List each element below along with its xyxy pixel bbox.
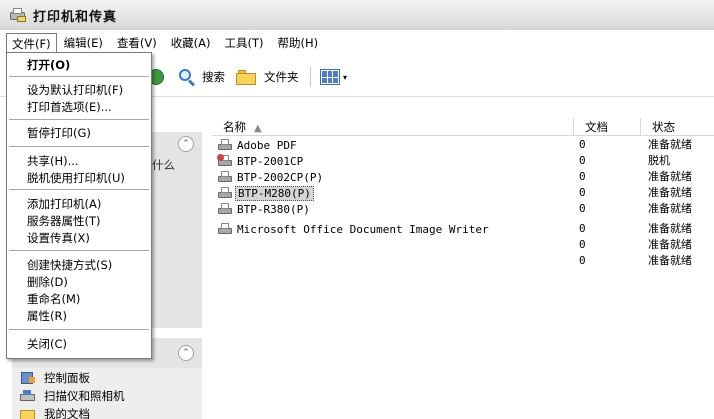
printer-name: BTP-M280(P) [235, 185, 314, 201]
table-row[interactable]: Microsoft Office Document Image Writer 0… [212, 221, 714, 237]
menu-view[interactable]: 查看(V) [110, 33, 164, 53]
menu-separator [9, 146, 149, 147]
printer-fax-icon [9, 7, 27, 23]
menu-separator [9, 76, 149, 77]
scanner-camera-icon [20, 389, 36, 403]
printer-icon [217, 138, 233, 152]
task-pane-partial-text: 什么 [152, 158, 175, 172]
printer-name: Adobe PDF [237, 138, 297, 152]
menu-tools[interactable]: 工具(T) [218, 33, 271, 53]
menu-item-use-offline[interactable]: 脱机使用打印机(U) [27, 170, 125, 186]
sidebar-item-label: 扫描仪和照相机 [44, 389, 125, 403]
printer-icon [217, 222, 233, 236]
printer-name: BTP-2002CP(P) [237, 170, 324, 184]
menu-item-set-default[interactable]: 设为默认打印机(F) [27, 82, 123, 98]
printer-icon [217, 186, 233, 200]
column-header-status[interactable]: 状态 [641, 118, 714, 136]
sidebar-item-control-panel[interactable]: 控制面板 [20, 370, 90, 386]
printer-icon [217, 202, 233, 216]
title-bar: 打印机和传真 [0, 0, 714, 30]
menu-item-pause[interactable]: 暂停打印(G) [27, 125, 91, 141]
document-count: 0 [579, 238, 586, 251]
printer-status: 准备就绪 [648, 138, 692, 151]
sidebar-item-scanners[interactable]: 扫描仪和照相机 [20, 388, 125, 404]
document-count: 0 [579, 202, 586, 215]
folders-button[interactable]: 文件夹 [236, 65, 299, 89]
folders-label: 文件夹 [264, 70, 299, 84]
menu-separator [9, 329, 149, 330]
menu-item-create-shortcut[interactable]: 创建快捷方式(S) [27, 257, 112, 273]
collapse-other-places-icon[interactable]: ⌃ [178, 345, 194, 361]
menu-item-properties[interactable]: 属性(R) [27, 308, 67, 324]
menu-separator [9, 119, 149, 120]
menu-item-delete[interactable]: 删除(D) [27, 274, 68, 290]
file-menu-dropdown: 打开(O) 设为默认打印机(F) 打印首选项(E)... 暂停打印(G) 共享(… [6, 52, 152, 359]
list-header: 名称 ▲ 文档 状态 [212, 118, 714, 136]
search-button[interactable]: 搜索 [178, 65, 225, 89]
table-row[interactable]: BTP-R380(P) 0 准备就绪 [212, 201, 714, 217]
sidebar-item-label: 我的文档 [44, 407, 90, 419]
menu-item-close[interactable]: 关闭(C) [27, 336, 67, 352]
printer-name: BTP-R380(P) [237, 202, 310, 216]
table-row[interactable]: BTP-2002CP(P) 0 准备就绪 [212, 169, 714, 185]
printer-status: 准备就绪 [648, 202, 692, 215]
toolbar-divider [310, 67, 311, 87]
menu-item-setup-fax[interactable]: 设置传真(X) [27, 230, 90, 246]
menu-item-rename[interactable]: 重命名(M) [27, 291, 80, 307]
document-count: 0 [579, 186, 586, 199]
document-count: 0 [579, 154, 586, 167]
menu-item-share[interactable]: 共享(H)... [27, 153, 79, 169]
printer-list: 名称 ▲ 文档 状态 Adobe PDF 0 准备就绪 BTP-2001CP 0 … [212, 118, 714, 419]
printer-status: 准备就绪 [648, 186, 692, 199]
printer-status: 脱机 [648, 154, 670, 167]
menu-item-server-properties[interactable]: 服务器属性(T) [27, 213, 101, 229]
printer-name: Microsoft Office Document Image Writer [237, 222, 489, 236]
table-row[interactable]: Adobe PDF 0 准备就绪 [212, 137, 714, 153]
column-header-documents[interactable]: 文档 [574, 118, 641, 136]
search-icon [178, 68, 196, 87]
chevron-down-icon: ▾ [343, 72, 348, 82]
menu-item-add-printer[interactable]: 添加打印机(A) [27, 196, 101, 212]
printer-status: 准备就绪 [648, 222, 692, 235]
menu-item-open[interactable]: 打开(O) [27, 57, 70, 73]
printer-offline-icon [217, 154, 233, 168]
document-count: 0 [579, 170, 586, 183]
printer-status: 准备就绪 [648, 238, 692, 251]
column-header-name[interactable]: 名称 ▲ [212, 118, 574, 136]
search-label: 搜索 [202, 70, 225, 84]
menu-separator [9, 250, 149, 251]
sidebar-item-my-documents[interactable]: 我的文档 [20, 406, 90, 419]
menu-file[interactable]: 文件(F) [6, 32, 57, 54]
documents-folder-icon [20, 407, 36, 419]
document-count: 0 [579, 254, 586, 267]
control-panel-icon [20, 371, 36, 385]
views-icon [320, 69, 340, 85]
menu-separator [9, 189, 149, 190]
sidebar-item-label: 控制面板 [44, 371, 90, 385]
folder-icon [236, 69, 258, 85]
menu-help[interactable]: 帮助(H) [271, 33, 326, 53]
collapse-tasks-icon[interactable]: ⌃ [178, 136, 194, 152]
table-row[interactable]: 0 准备就绪 [212, 253, 714, 269]
document-count: 0 [579, 222, 586, 235]
menu-bar: 文件(F) 编辑(E) 查看(V) 收藏(A) 工具(T) 帮助(H) [0, 32, 714, 54]
printer-icon [217, 170, 233, 184]
printer-status: 准备就绪 [648, 170, 692, 183]
table-row[interactable]: BTP-2001CP 0 脱机 [212, 153, 714, 169]
menu-item-preferences[interactable]: 打印首选项(E)... [27, 99, 112, 115]
sort-ascending-icon: ▲ [254, 123, 262, 134]
window-title: 打印机和传真 [33, 9, 118, 25]
printer-status: 准备就绪 [648, 254, 692, 267]
menu-favorites[interactable]: 收藏(A) [164, 33, 218, 53]
table-row-selected[interactable]: BTP-M280(P) 0 准备就绪 [212, 185, 714, 201]
menu-edit[interactable]: 编辑(E) [57, 33, 110, 53]
table-row[interactable]: 0 准备就绪 [212, 237, 714, 253]
document-count: 0 [579, 138, 586, 151]
views-button[interactable]: ▾ [320, 65, 347, 89]
printer-name: BTP-2001CP [237, 154, 304, 168]
